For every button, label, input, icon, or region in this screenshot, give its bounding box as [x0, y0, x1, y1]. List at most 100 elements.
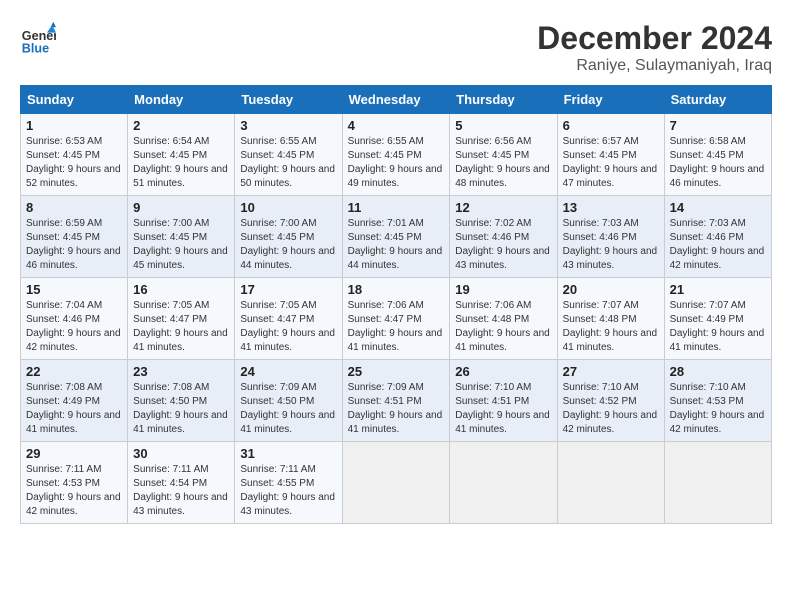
col-header-thursday: Thursday	[450, 86, 557, 114]
day-number: 15	[26, 282, 122, 297]
calendar-cell: 5 Sunrise: 6:56 AM Sunset: 4:45 PM Dayli…	[450, 114, 557, 196]
calendar-cell: 19 Sunrise: 7:06 AM Sunset: 4:48 PM Dayl…	[450, 278, 557, 360]
day-detail: Sunrise: 7:11 AM Sunset: 4:54 PM Dayligh…	[133, 463, 229, 519]
day-detail: Sunrise: 7:10 AM Sunset: 4:53 PM Dayligh…	[670, 381, 766, 437]
day-number: 16	[133, 282, 229, 297]
col-header-saturday: Saturday	[664, 86, 771, 114]
day-detail: Sunrise: 7:08 AM Sunset: 4:50 PM Dayligh…	[133, 381, 229, 437]
calendar-cell: 10 Sunrise: 7:00 AM Sunset: 4:45 PM Dayl…	[235, 196, 342, 278]
day-detail: Sunrise: 7:09 AM Sunset: 4:51 PM Dayligh…	[348, 381, 445, 437]
calendar-cell: 1 Sunrise: 6:53 AM Sunset: 4:45 PM Dayli…	[21, 114, 128, 196]
calendar-cell: 30 Sunrise: 7:11 AM Sunset: 4:54 PM Dayl…	[128, 442, 235, 524]
day-detail: Sunrise: 7:03 AM Sunset: 4:46 PM Dayligh…	[670, 217, 766, 273]
calendar-cell: 4 Sunrise: 6:55 AM Sunset: 4:45 PM Dayli…	[342, 114, 450, 196]
day-number: 30	[133, 446, 229, 461]
col-header-monday: Monday	[128, 86, 235, 114]
calendar-cell: 9 Sunrise: 7:00 AM Sunset: 4:45 PM Dayli…	[128, 196, 235, 278]
calendar-cell: 24 Sunrise: 7:09 AM Sunset: 4:50 PM Dayl…	[235, 360, 342, 442]
day-number: 18	[348, 282, 445, 297]
calendar-body: 1 Sunrise: 6:53 AM Sunset: 4:45 PM Dayli…	[21, 114, 772, 524]
col-header-wednesday: Wednesday	[342, 86, 450, 114]
day-number: 7	[670, 118, 766, 133]
calendar-cell	[450, 442, 557, 524]
calendar-cell: 26 Sunrise: 7:10 AM Sunset: 4:51 PM Dayl…	[450, 360, 557, 442]
day-detail: Sunrise: 7:00 AM Sunset: 4:45 PM Dayligh…	[240, 217, 336, 273]
calendar-cell: 17 Sunrise: 7:05 AM Sunset: 4:47 PM Dayl…	[235, 278, 342, 360]
day-number: 20	[563, 282, 659, 297]
day-detail: Sunrise: 7:11 AM Sunset: 4:55 PM Dayligh…	[240, 463, 336, 519]
day-number: 9	[133, 200, 229, 215]
day-number: 19	[455, 282, 551, 297]
day-detail: Sunrise: 7:05 AM Sunset: 4:47 PM Dayligh…	[240, 299, 336, 355]
day-number: 21	[670, 282, 766, 297]
calendar-cell: 11 Sunrise: 7:01 AM Sunset: 4:45 PM Dayl…	[342, 196, 450, 278]
calendar-cell: 2 Sunrise: 6:54 AM Sunset: 4:45 PM Dayli…	[128, 114, 235, 196]
week-row-3: 15 Sunrise: 7:04 AM Sunset: 4:46 PM Dayl…	[21, 278, 772, 360]
day-number: 1	[26, 118, 122, 133]
calendar-cell: 16 Sunrise: 7:05 AM Sunset: 4:47 PM Dayl…	[128, 278, 235, 360]
day-detail: Sunrise: 7:10 AM Sunset: 4:52 PM Dayligh…	[563, 381, 659, 437]
calendar-cell: 13 Sunrise: 7:03 AM Sunset: 4:46 PM Dayl…	[557, 196, 664, 278]
day-detail: Sunrise: 6:54 AM Sunset: 4:45 PM Dayligh…	[133, 135, 229, 191]
calendar-cell: 14 Sunrise: 7:03 AM Sunset: 4:46 PM Dayl…	[664, 196, 771, 278]
day-number: 6	[563, 118, 659, 133]
day-number: 3	[240, 118, 336, 133]
day-detail: Sunrise: 7:06 AM Sunset: 4:47 PM Dayligh…	[348, 299, 445, 355]
calendar-cell: 20 Sunrise: 7:07 AM Sunset: 4:48 PM Dayl…	[557, 278, 664, 360]
calendar-header-row: SundayMondayTuesdayWednesdayThursdayFrid…	[21, 86, 772, 114]
day-number: 12	[455, 200, 551, 215]
day-number: 27	[563, 364, 659, 379]
day-number: 17	[240, 282, 336, 297]
calendar-cell: 29 Sunrise: 7:11 AM Sunset: 4:53 PM Dayl…	[21, 442, 128, 524]
calendar-cell: 7 Sunrise: 6:58 AM Sunset: 4:45 PM Dayli…	[664, 114, 771, 196]
calendar-cell: 22 Sunrise: 7:08 AM Sunset: 4:49 PM Dayl…	[21, 360, 128, 442]
title-area: December 2024 Raniye, Sulaymaniyah, Iraq	[537, 20, 772, 75]
day-detail: Sunrise: 7:00 AM Sunset: 4:45 PM Dayligh…	[133, 217, 229, 273]
day-number: 28	[670, 364, 766, 379]
day-number: 13	[563, 200, 659, 215]
col-header-friday: Friday	[557, 86, 664, 114]
calendar-cell: 25 Sunrise: 7:09 AM Sunset: 4:51 PM Dayl…	[342, 360, 450, 442]
day-number: 11	[348, 200, 445, 215]
page-header: General Blue December 2024 Raniye, Sulay…	[20, 20, 772, 75]
calendar-cell: 15 Sunrise: 7:04 AM Sunset: 4:46 PM Dayl…	[21, 278, 128, 360]
col-header-tuesday: Tuesday	[235, 86, 342, 114]
day-number: 23	[133, 364, 229, 379]
day-detail: Sunrise: 6:53 AM Sunset: 4:45 PM Dayligh…	[26, 135, 122, 191]
calendar-table: SundayMondayTuesdayWednesdayThursdayFrid…	[20, 85, 772, 524]
day-detail: Sunrise: 7:09 AM Sunset: 4:50 PM Dayligh…	[240, 381, 336, 437]
svg-text:Blue: Blue	[22, 41, 49, 55]
calendar-cell: 28 Sunrise: 7:10 AM Sunset: 4:53 PM Dayl…	[664, 360, 771, 442]
location-title: Raniye, Sulaymaniyah, Iraq	[537, 57, 772, 75]
day-detail: Sunrise: 7:11 AM Sunset: 4:53 PM Dayligh…	[26, 463, 122, 519]
day-number: 31	[240, 446, 336, 461]
day-detail: Sunrise: 7:10 AM Sunset: 4:51 PM Dayligh…	[455, 381, 551, 437]
day-detail: Sunrise: 7:08 AM Sunset: 4:49 PM Dayligh…	[26, 381, 122, 437]
day-number: 10	[240, 200, 336, 215]
day-detail: Sunrise: 6:55 AM Sunset: 4:45 PM Dayligh…	[240, 135, 336, 191]
day-detail: Sunrise: 7:07 AM Sunset: 4:48 PM Dayligh…	[563, 299, 659, 355]
calendar-cell: 6 Sunrise: 6:57 AM Sunset: 4:45 PM Dayli…	[557, 114, 664, 196]
calendar-cell: 12 Sunrise: 7:02 AM Sunset: 4:46 PM Dayl…	[450, 196, 557, 278]
calendar-cell: 21 Sunrise: 7:07 AM Sunset: 4:49 PM Dayl…	[664, 278, 771, 360]
calendar-cell: 23 Sunrise: 7:08 AM Sunset: 4:50 PM Dayl…	[128, 360, 235, 442]
calendar-cell	[557, 442, 664, 524]
day-number: 26	[455, 364, 551, 379]
col-header-sunday: Sunday	[21, 86, 128, 114]
day-detail: Sunrise: 6:55 AM Sunset: 4:45 PM Dayligh…	[348, 135, 445, 191]
day-number: 5	[455, 118, 551, 133]
day-detail: Sunrise: 7:04 AM Sunset: 4:46 PM Dayligh…	[26, 299, 122, 355]
day-detail: Sunrise: 7:06 AM Sunset: 4:48 PM Dayligh…	[455, 299, 551, 355]
calendar-cell: 18 Sunrise: 7:06 AM Sunset: 4:47 PM Dayl…	[342, 278, 450, 360]
calendar-cell: 8 Sunrise: 6:59 AM Sunset: 4:45 PM Dayli…	[21, 196, 128, 278]
day-detail: Sunrise: 7:01 AM Sunset: 4:45 PM Dayligh…	[348, 217, 445, 273]
calendar-cell: 31 Sunrise: 7:11 AM Sunset: 4:55 PM Dayl…	[235, 442, 342, 524]
day-detail: Sunrise: 6:56 AM Sunset: 4:45 PM Dayligh…	[455, 135, 551, 191]
calendar-cell	[342, 442, 450, 524]
day-number: 2	[133, 118, 229, 133]
week-row-2: 8 Sunrise: 6:59 AM Sunset: 4:45 PM Dayli…	[21, 196, 772, 278]
day-detail: Sunrise: 6:58 AM Sunset: 4:45 PM Dayligh…	[670, 135, 766, 191]
week-row-4: 22 Sunrise: 7:08 AM Sunset: 4:49 PM Dayl…	[21, 360, 772, 442]
day-number: 29	[26, 446, 122, 461]
day-number: 24	[240, 364, 336, 379]
